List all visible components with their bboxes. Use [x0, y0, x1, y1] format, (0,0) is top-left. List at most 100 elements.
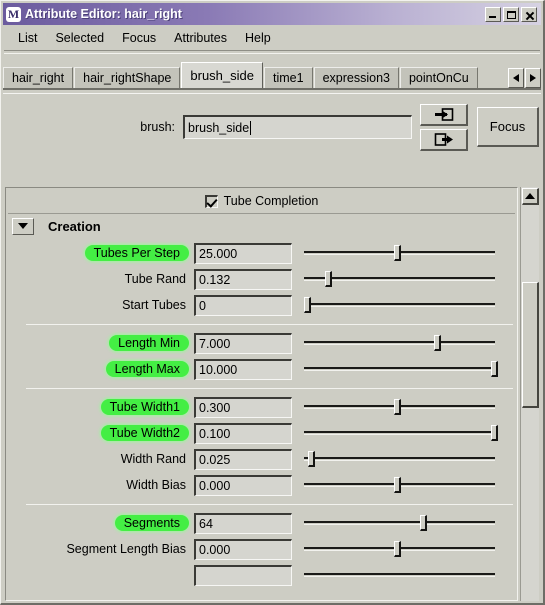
- menu-item-attributes[interactable]: Attributes: [165, 29, 236, 47]
- attribute-label[interactable]: Segments: [114, 515, 189, 531]
- triangle-left-icon: [513, 74, 519, 82]
- attribute-slider[interactable]: [304, 358, 498, 380]
- tube-completion-row[interactable]: Tube Completion: [8, 189, 515, 214]
- attribute-value-input[interactable]: 10.000: [194, 358, 292, 380]
- slider-track: [304, 367, 495, 371]
- focus-button[interactable]: Focus: [477, 107, 539, 147]
- slider-thumb[interactable]: [393, 399, 401, 415]
- attribute-label[interactable]: Segment Length Bias: [63, 541, 189, 557]
- attribute-label[interactable]: Tube Rand: [122, 271, 189, 287]
- attribute-value-input[interactable]: 25.000: [194, 242, 292, 264]
- slider-thumb[interactable]: [303, 297, 311, 313]
- close-icon: [525, 11, 534, 20]
- slider-thumb[interactable]: [491, 361, 498, 377]
- slider-thumb[interactable]: [433, 335, 441, 351]
- window-controls: [485, 6, 539, 22]
- attribute-value-input[interactable]: 7.000: [194, 332, 292, 354]
- attribute-slider[interactable]: [304, 332, 495, 354]
- attribute-slider[interactable]: [304, 512, 495, 534]
- arrow-into-box-icon: [434, 107, 453, 121]
- slider-thumb[interactable]: [324, 271, 332, 287]
- slider-thumb[interactable]: [491, 425, 498, 441]
- attribute-label[interactable]: Length Max: [105, 361, 189, 377]
- attribute-row-width-bias: Width Bias 0.000: [26, 472, 513, 498]
- attribute-label[interactable]: Width Bias: [123, 477, 189, 493]
- attribute-row-width-rand: Width Rand 0.025: [26, 446, 513, 472]
- tab-time1[interactable]: time1: [264, 67, 313, 88]
- attribute-slider[interactable]: [304, 422, 498, 444]
- attribute-slider[interactable]: [303, 294, 495, 316]
- scroll-up-button[interactable]: [522, 188, 539, 205]
- tab-scroll-left-button[interactable]: [508, 68, 524, 88]
- brush-name-input[interactable]: brush_side: [183, 115, 412, 139]
- slider-thumb[interactable]: [393, 477, 401, 493]
- attribute-label[interactable]: Width Rand: [118, 451, 189, 467]
- tab-expression3[interactable]: expression3: [313, 67, 399, 88]
- menu-item-help[interactable]: Help: [236, 29, 280, 47]
- attribute-value-input[interactable]: 0.300: [194, 396, 292, 418]
- attribute-panel: Tube Completion Creation Tubes Per Step …: [5, 187, 518, 601]
- attribute-label-cell: Tube Rand: [26, 271, 194, 287]
- attribute-value-input[interactable]: 64: [194, 512, 292, 534]
- attribute-slider[interactable]: [304, 396, 495, 418]
- slider-track: [304, 431, 495, 435]
- attribute-slider[interactable]: [304, 538, 495, 560]
- tube-completion-checkbox[interactable]: [204, 194, 218, 208]
- tab-point-on-curve[interactable]: pointOnCu: [399, 67, 478, 88]
- attribute-value-input[interactable]: 0.000: [194, 538, 292, 560]
- attribute-group: Tube Width1 0.300 Tube Width2 0.100 Widt…: [26, 388, 513, 504]
- minimize-button[interactable]: [485, 6, 501, 22]
- attribute-label-cell: Start Tubes: [26, 297, 194, 313]
- attribute-value-input[interactable]: 0.100: [194, 422, 292, 444]
- attribute-label-cell: Segment Length Bias: [26, 541, 194, 557]
- slider-thumb[interactable]: [420, 515, 428, 531]
- maximize-button[interactable]: [503, 6, 519, 22]
- tab-hair-right[interactable]: hair_right: [3, 67, 74, 88]
- attribute-slider[interactable]: [304, 268, 495, 290]
- attribute-label-cell: Width Rand: [26, 451, 194, 467]
- menu-item-focus[interactable]: Focus: [113, 29, 165, 47]
- attribute-slider[interactable]: [304, 448, 495, 470]
- attribute-value-input[interactable]: [194, 564, 292, 586]
- output-connection-button[interactable]: [420, 128, 468, 151]
- attribute-group: Length Min 7.000 Length Max 10.000: [26, 324, 513, 388]
- attribute-label[interactable]: Tube Width1: [100, 399, 189, 415]
- attribute-label-cell: Length Max: [26, 361, 194, 377]
- attribute-label[interactable]: Tubes Per Step: [84, 245, 189, 261]
- attribute-panel-content: Tube Completion Creation Tubes Per Step …: [6, 188, 517, 594]
- maya-m-logo-icon: M: [6, 6, 21, 22]
- attribute-row-length-max: Length Max 10.000: [26, 356, 513, 382]
- attribute-slider[interactable]: [304, 242, 495, 264]
- maximize-icon: [507, 10, 516, 19]
- tab-hair-right-shape[interactable]: hair_rightShape: [74, 67, 181, 88]
- node-nav-buttons: [420, 103, 468, 151]
- attribute-label[interactable]: Length Min: [109, 335, 189, 351]
- attribute-slider[interactable]: [304, 474, 495, 496]
- tab-scroll-right-button[interactable]: [525, 68, 541, 88]
- tab-brush-side[interactable]: brush_side: [181, 62, 263, 88]
- slider-thumb[interactable]: [393, 541, 401, 557]
- attribute-label[interactable]: Tube Width2: [100, 425, 189, 441]
- attribute-label[interactable]: Start Tubes: [119, 297, 189, 313]
- attribute-value-input[interactable]: 0.025: [194, 448, 292, 470]
- menu-item-selected[interactable]: Selected: [46, 29, 113, 47]
- menu-item-list[interactable]: List: [9, 29, 46, 47]
- vertical-scrollbar[interactable]: [520, 187, 539, 601]
- attribute-panel-wrapper: Tube Completion Creation Tubes Per Step …: [5, 187, 539, 601]
- scrollbar-thumb[interactable]: [522, 281, 539, 408]
- slider-thumb[interactable]: [393, 245, 401, 261]
- attribute-label-cell: Tube Width2: [26, 425, 194, 441]
- input-connection-button[interactable]: [420, 103, 468, 126]
- attribute-slider[interactable]: [304, 564, 495, 586]
- slider-thumb[interactable]: [307, 451, 315, 467]
- attribute-label-cell: Segments: [26, 515, 194, 531]
- attribute-value-input[interactable]: 0.132: [194, 268, 292, 290]
- creation-collapse-button[interactable]: [12, 217, 34, 235]
- creation-section-header: Creation: [8, 214, 515, 238]
- arrow-out-of-box-icon: [434, 132, 453, 146]
- attribute-value-input[interactable]: 0: [194, 294, 292, 316]
- attribute-row-length-min: Length Min 7.000: [26, 330, 513, 356]
- attribute-value-input[interactable]: 0.000: [194, 474, 292, 496]
- slider-track: [304, 573, 495, 577]
- close-button[interactable]: [521, 6, 537, 22]
